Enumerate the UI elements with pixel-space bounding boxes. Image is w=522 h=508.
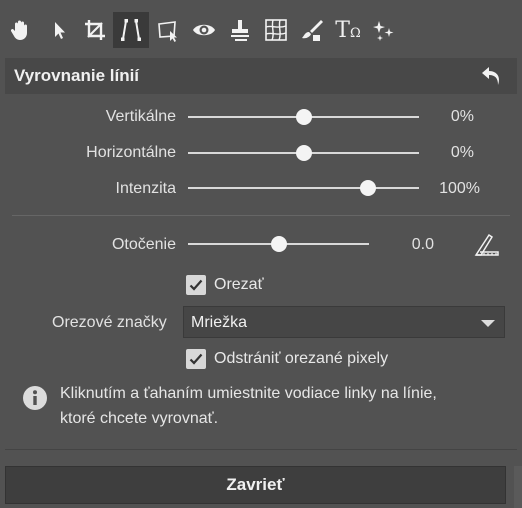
- scrollbar[interactable]: [514, 466, 522, 508]
- crop-label: Orezať: [214, 276, 264, 293]
- section-title: Vyrovnanie línií: [14, 66, 140, 85]
- close-button[interactable]: Zavrieť: [5, 466, 506, 504]
- stamp-icon: [231, 20, 249, 41]
- intensity-slider[interactable]: [188, 180, 419, 196]
- effects-tool[interactable]: [366, 12, 402, 48]
- ruler-icon[interactable]: [473, 231, 501, 259]
- line-align-tool[interactable]: [113, 12, 149, 48]
- vertical-slider[interactable]: [188, 109, 419, 125]
- eye-tool[interactable]: [186, 12, 222, 48]
- pointer-icon: [55, 22, 65, 39]
- mesh-icon: [265, 19, 287, 41]
- brush-tool[interactable]: [294, 12, 330, 48]
- select-tool[interactable]: [41, 12, 77, 48]
- stamp-tool[interactable]: [222, 12, 258, 48]
- horizontal-slider-thumb[interactable]: [295, 145, 312, 161]
- intensity-value: 100%: [439, 180, 480, 197]
- rotation-value: 0.0: [411, 236, 434, 253]
- text-tool-sub: Ω: [349, 25, 361, 41]
- horizontal-slider[interactable]: [188, 145, 419, 161]
- remove-cropped-label: Odstrániť orezané pixely: [214, 350, 389, 367]
- vertical-value: 0%: [450, 108, 474, 125]
- sparkle-icon: [373, 21, 394, 41]
- info-text-line-1: Kliknutím a ťahaním umiestnite vodiace l…: [60, 385, 437, 402]
- remove-cropped-checkbox-row[interactable]: Odstrániť orezané pixely: [186, 349, 388, 369]
- crop-checkbox[interactable]: [186, 275, 206, 295]
- info-text-line-2: ktoré chcete vyrovnať.: [60, 410, 219, 427]
- chevron-down-icon: [481, 320, 495, 327]
- section-header: Vyrovnanie línií: [5, 58, 517, 94]
- crop-marks-label: Orezové značky: [52, 314, 167, 331]
- undo-arrow-icon[interactable]: [479, 63, 505, 89]
- text-tool[interactable]: TΩ: [330, 12, 366, 48]
- vertical-label: Vertikálne: [105, 108, 176, 125]
- rotation-slider[interactable]: [188, 236, 369, 252]
- text-icon: TΩ: [335, 18, 360, 43]
- hand-tool[interactable]: [3, 12, 39, 48]
- crop-icon: [85, 20, 105, 40]
- rotation-label: Otočenie: [111, 236, 176, 253]
- transform-tool[interactable]: [150, 12, 186, 48]
- brush-icon: [302, 20, 323, 41]
- crop-marks-value: Mriežka: [191, 314, 248, 331]
- text-tool-letter: T: [335, 17, 350, 43]
- hand-icon: [10, 20, 27, 40]
- remove-cropped-checkbox[interactable]: [186, 349, 206, 369]
- toolbar: TΩ: [0, 0, 522, 58]
- divider: [12, 215, 510, 216]
- rotation-slider-thumb[interactable]: [270, 236, 287, 252]
- mesh-tool[interactable]: [258, 12, 294, 48]
- horizontal-label: Horizontálne: [86, 144, 176, 161]
- eye-icon: [193, 24, 215, 36]
- info-icon: [23, 386, 47, 410]
- checkmark-icon: [189, 353, 203, 365]
- horizontal-value: 0%: [450, 144, 474, 161]
- vertical-slider-thumb[interactable]: [295, 109, 312, 125]
- intensity-slider-thumb[interactable]: [360, 180, 377, 196]
- checkmark-icon: [189, 279, 203, 291]
- intensity-label: Intenzita: [115, 180, 176, 197]
- line-align-icon: [121, 19, 141, 41]
- crop-marks-select[interactable]: Mriežka: [183, 306, 505, 338]
- transform-icon: [158, 21, 177, 42]
- crop-tool[interactable]: [77, 12, 113, 48]
- info-text: Kliknutím a ťahaním umiestnite vodiace l…: [60, 381, 500, 431]
- crop-checkbox-row[interactable]: Orezať: [186, 275, 264, 295]
- bottom-divider: [5, 449, 517, 450]
